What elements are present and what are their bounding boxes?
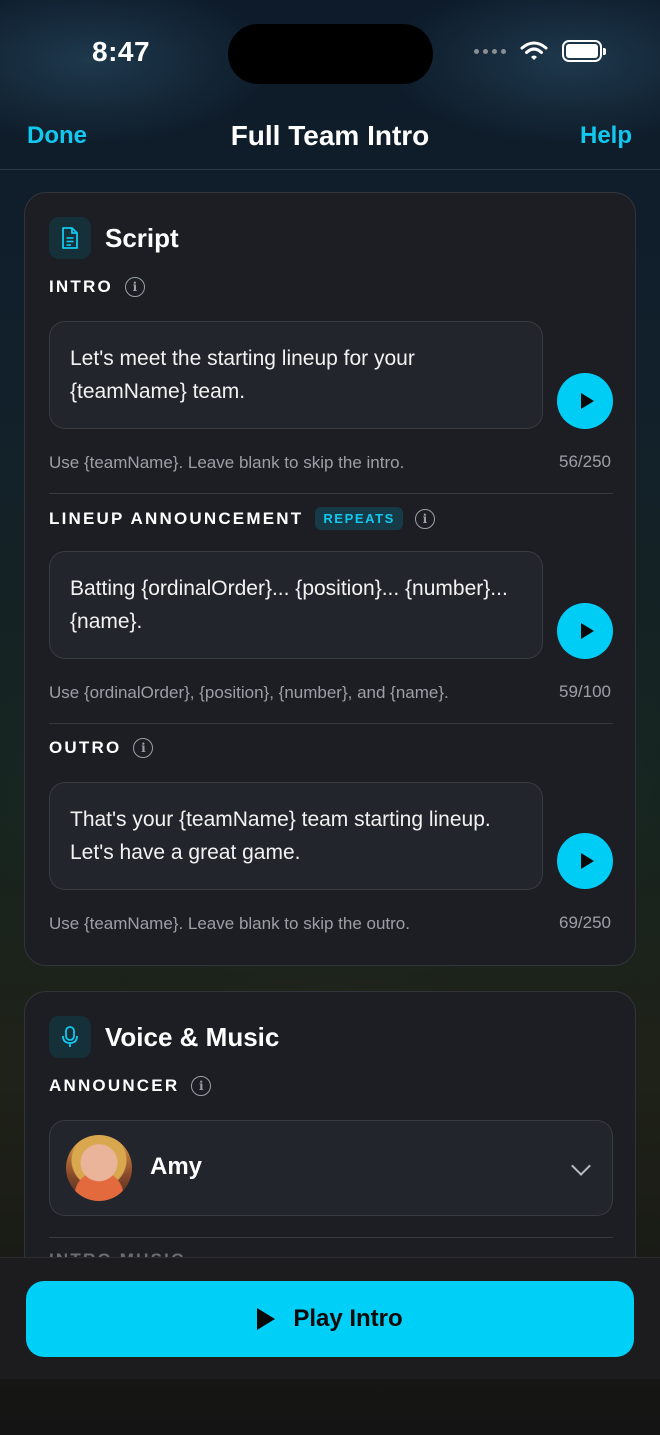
announcer-select[interactable]: Amy (49, 1120, 613, 1216)
lineup-play-button[interactable] (557, 603, 613, 659)
outro-char-count: 69/250 (559, 913, 611, 932)
lineup-char-count: 59/100 (559, 682, 611, 701)
lineup-text-field[interactable]: Batting {ordinalOrder}... {position}... … (49, 551, 543, 659)
lineup-hint: Use {ordinalOrder}, {position}, {number}… (49, 683, 449, 702)
voice-card-header: Voice & Music (49, 1016, 279, 1058)
lineup-info-icon[interactable]: i (414, 508, 435, 529)
microphone-icon (49, 1016, 91, 1058)
section-divider (49, 1237, 613, 1238)
play-intro-button[interactable]: Play Intro (26, 1281, 634, 1357)
announcer-info-icon[interactable]: i (191, 1076, 212, 1096)
announcer-name: Amy (150, 1153, 203, 1180)
lineup-label: LINEUP ANNOUNCEMENT (49, 508, 304, 528)
play-icon (580, 623, 594, 639)
intro-hint: Use {teamName}. Leave blank to skip the … (49, 453, 405, 472)
status-icons (474, 40, 606, 62)
intro-label: INTRO (49, 277, 113, 296)
status-time: 8:47 (92, 36, 151, 67)
script-card: Script INTRO i Let's meet the starting l… (24, 192, 636, 966)
intro-char-count: 56/250 (559, 452, 611, 471)
intro-section-label: INTRO i (49, 277, 145, 297)
play-icon (257, 1308, 276, 1330)
intro-play-button[interactable] (557, 373, 613, 429)
play-icon (580, 393, 594, 409)
outro-text-field[interactable]: That's your {teamName} team starting lin… (49, 782, 543, 890)
section-divider (49, 723, 613, 724)
script-card-title: Script (105, 222, 179, 253)
dynamic-island (228, 24, 433, 84)
announcer-section-label: ANNOUNCER i (49, 1076, 212, 1096)
help-button[interactable]: Help (580, 122, 632, 150)
bottom-action-bar: Play Intro (0, 1257, 660, 1379)
battery-icon (562, 40, 606, 62)
chevron-down-icon (571, 1156, 591, 1176)
document-icon (49, 217, 91, 259)
lineup-section-label: LINEUP ANNOUNCEMENT REPEATS i (49, 507, 435, 530)
repeats-badge: REPEATS (315, 507, 403, 530)
intro-text-field[interactable]: Let's meet the starting lineup for your … (49, 321, 543, 429)
outro-info-icon[interactable]: i (133, 738, 154, 758)
intro-info-icon[interactable]: i (124, 277, 145, 297)
section-divider (49, 493, 613, 494)
outro-label: OUTRO (49, 738, 122, 757)
navigation-bar: Done Full Team Intro Help (0, 110, 660, 170)
play-intro-label: Play Intro (293, 1305, 403, 1332)
outro-play-button[interactable] (557, 833, 613, 889)
page-title: Full Team Intro (230, 120, 430, 151)
voice-music-card: Voice & Music ANNOUNCER i Amy INTRO MUSI… (24, 991, 636, 1291)
outro-section-label: OUTRO i (49, 738, 154, 758)
script-card-header: Script (49, 217, 179, 259)
cellular-signal-icon (474, 48, 506, 54)
wifi-icon (520, 41, 548, 60)
outro-hint: Use {teamName}. Leave blank to skip the … (49, 914, 410, 933)
announcer-avatar (66, 1135, 132, 1201)
announcer-label: ANNOUNCER (49, 1076, 180, 1095)
play-icon (580, 853, 594, 869)
voice-card-title: Voice & Music (105, 1021, 280, 1052)
